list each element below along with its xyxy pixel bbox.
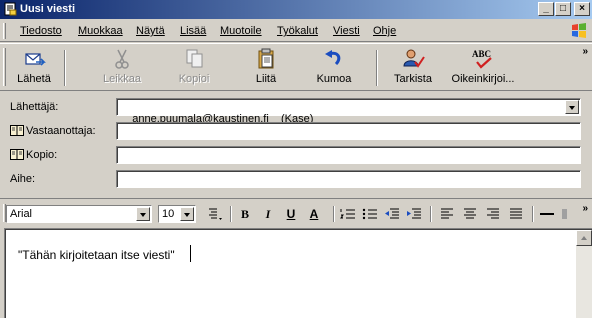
menu-nayta[interactable]: Näytä bbox=[136, 25, 165, 37]
windows-logo-icon bbox=[572, 23, 586, 38]
check-names-button[interactable]: Tarkista bbox=[388, 46, 438, 90]
align-left-icon[interactable] bbox=[438, 206, 456, 222]
menu-muokkaa[interactable]: Muokkaa bbox=[78, 25, 123, 37]
main-toolbar: Lähetä Leikkaa Kopioi Liitä Kumoa Tarkis… bbox=[0, 43, 592, 91]
spelling-button[interactable]: ABC Oikeinkirjoi... bbox=[448, 46, 518, 90]
message-body[interactable]: "Tähän kirjoitetaan itse viesti" bbox=[4, 228, 592, 318]
to-field[interactable] bbox=[116, 122, 581, 140]
undo-icon bbox=[325, 50, 341, 66]
svg-text:ABC: ABC bbox=[472, 49, 491, 59]
from-select[interactable]: anne.puumala@kaustinen.fi (Kase) bbox=[116, 98, 581, 125]
message-headers: Lähettäjä: anne.puumala@kaustinen.fi (Ka… bbox=[0, 92, 592, 194]
font-size-select[interactable]: 10 bbox=[158, 205, 196, 223]
cc-label: Kopio: bbox=[26, 149, 58, 161]
formatting-toolbar: Arial 10 B I U A » bbox=[0, 198, 592, 226]
subject-label: Aihe: bbox=[10, 173, 36, 185]
title-bar: Uusi viesti _ □ × bbox=[0, 0, 592, 19]
format-separator bbox=[333, 206, 335, 222]
toolbar-separator bbox=[64, 50, 66, 86]
scroll-up-button[interactable] bbox=[576, 230, 592, 246]
format-separator bbox=[230, 206, 232, 222]
scissors-icon bbox=[115, 49, 129, 69]
check-names-label: Tarkista bbox=[394, 73, 432, 85]
menu-ohje[interactable]: Ohje bbox=[373, 25, 396, 37]
cut-label: Leikkaa bbox=[103, 73, 141, 85]
menu-viesti[interactable]: Viesti bbox=[333, 25, 360, 37]
toolbar-more-chevron[interactable]: » bbox=[582, 46, 587, 57]
format-separator bbox=[430, 206, 432, 222]
paragraph-style-icon[interactable] bbox=[207, 206, 225, 222]
format-separator bbox=[532, 206, 534, 222]
menu-tiedosto[interactable]: Tiedosto bbox=[20, 25, 62, 37]
justify-icon[interactable] bbox=[507, 206, 525, 222]
vertical-scrollbar[interactable] bbox=[576, 230, 592, 318]
bulleted-list-icon[interactable] bbox=[361, 206, 379, 222]
font-size-dropdown-button[interactable] bbox=[180, 207, 194, 221]
check-names-icon bbox=[403, 49, 425, 68]
font-size-value: 10 bbox=[162, 208, 175, 220]
align-right-icon[interactable] bbox=[484, 206, 502, 222]
send-icon bbox=[25, 53, 46, 66]
undo-label: Kumoa bbox=[316, 73, 352, 85]
maximize-button[interactable]: □ bbox=[555, 2, 571, 16]
from-dropdown-button[interactable] bbox=[565, 100, 579, 114]
close-button[interactable]: × bbox=[574, 2, 590, 16]
menu-lisaa[interactable]: Lisää bbox=[180, 25, 206, 37]
address-book-icon bbox=[10, 125, 24, 136]
to-label: Vastaanottaja: bbox=[26, 125, 96, 137]
message-body-text: "Tähän kirjoitetaan itse viesti" bbox=[18, 248, 175, 262]
decrease-indent-icon[interactable] bbox=[383, 206, 401, 222]
from-label: Lähettäjä: bbox=[10, 101, 59, 113]
send-label: Lähetä bbox=[17, 73, 51, 85]
italic-button[interactable]: I bbox=[259, 206, 277, 222]
cc-field[interactable] bbox=[116, 146, 581, 164]
spelling-check-icon: ABC bbox=[472, 49, 492, 69]
send-button[interactable]: Lähetä bbox=[12, 46, 56, 90]
subject-field[interactable] bbox=[116, 170, 581, 188]
format-more-chevron[interactable]: » bbox=[582, 203, 587, 214]
numbered-list-icon[interactable] bbox=[339, 206, 357, 222]
font-select[interactable]: Arial bbox=[6, 205, 152, 223]
spelling-label: Oikeinkirjoi... bbox=[451, 73, 515, 85]
copy-label: Kopioi bbox=[178, 73, 210, 85]
text-caret bbox=[190, 245, 191, 262]
toolbar-separator bbox=[376, 50, 378, 86]
insert-picture-icon[interactable] bbox=[558, 206, 570, 222]
minimize-button[interactable]: _ bbox=[538, 2, 554, 16]
bold-button[interactable]: B bbox=[236, 206, 254, 222]
font-value: Arial bbox=[10, 208, 33, 220]
horizontal-line-icon[interactable] bbox=[538, 206, 556, 222]
menu-grip[interactable] bbox=[3, 23, 6, 39]
toolbar-grip[interactable] bbox=[3, 48, 6, 86]
undo-button[interactable]: Kumoa bbox=[312, 46, 356, 90]
font-color-button[interactable]: A bbox=[305, 206, 323, 222]
to-label-wrap[interactable]: Vastaanottaja: bbox=[10, 125, 96, 137]
window-title: Uusi viesti bbox=[20, 3, 76, 15]
cc-label-wrap[interactable]: Kopio: bbox=[10, 149, 57, 161]
menu-bar: Tiedosto Muokkaa Näytä Lisää Muotoile Ty… bbox=[0, 20, 592, 42]
align-center-icon[interactable] bbox=[461, 206, 479, 222]
paste-label: Liitä bbox=[255, 73, 277, 85]
copy-icon bbox=[186, 49, 203, 68]
new-mail-icon bbox=[4, 2, 17, 16]
menu-tyokalut[interactable]: Työkalut bbox=[277, 25, 318, 37]
cut-button[interactable]: Leikkaa bbox=[100, 46, 144, 90]
underline-button[interactable]: U bbox=[282, 206, 300, 222]
paste-button[interactable]: Liitä bbox=[244, 46, 288, 90]
copy-button[interactable]: Kopioi bbox=[172, 46, 216, 90]
address-book-icon bbox=[10, 149, 24, 160]
menu-muotoile[interactable]: Muotoile bbox=[220, 25, 262, 37]
clipboard-paste-icon bbox=[258, 48, 274, 69]
increase-indent-icon[interactable] bbox=[405, 206, 423, 222]
font-dropdown-button[interactable] bbox=[136, 207, 150, 221]
